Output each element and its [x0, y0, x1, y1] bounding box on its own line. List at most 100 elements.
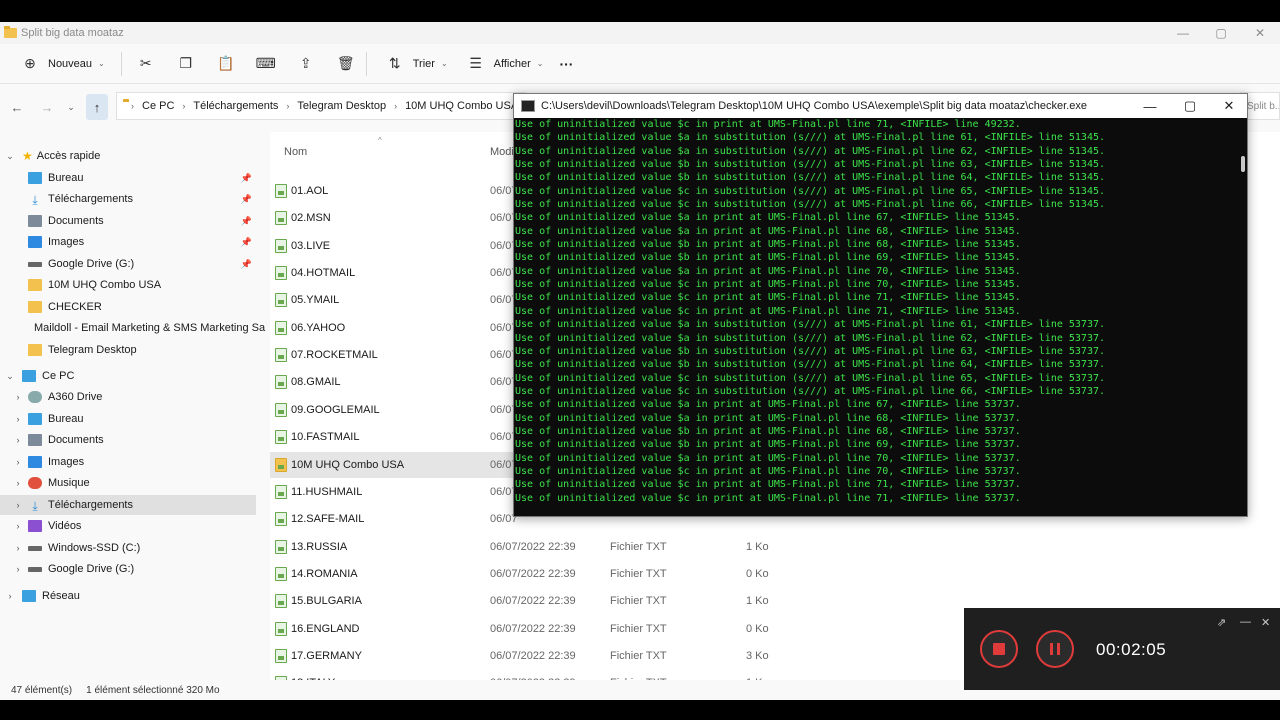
file-row[interactable]: 14.ROMANIA 06/07/2022 22:39 Fichier TXT 0 K… — [270, 561, 1280, 587]
new-button[interactable]: ⊕ Nouveau ⌄ — [10, 49, 113, 79]
text-file-icon — [275, 621, 287, 636]
sort-icon: ⇅ — [388, 55, 401, 71]
console-line: Use of uninitialized value $c in print a… — [515, 305, 1021, 317]
view-button[interactable]: ☰ Afficher ⌄ — [456, 49, 552, 79]
console-minimize-button[interactable]: — — [1130, 94, 1170, 118]
navigation-pane: ⌄ ★ Accès rapide Bureau 📌 ⤓ Téléchargeme… — [0, 132, 265, 680]
console-line: Use of uninitialized value $a in print a… — [515, 412, 1021, 424]
pin-icon: 📌 — [240, 236, 252, 247]
console-line: Use of uninitialized value $a in substit… — [515, 145, 1106, 157]
console-close-button[interactable]: ✕ — [1209, 94, 1249, 118]
console-line: Use of uninitialized value $c in substit… — [515, 385, 1106, 397]
console-line: Use of uninitialized value $a in print a… — [515, 212, 1021, 224]
pin-icon: 📌 — [240, 215, 252, 226]
sidebar-item-label: Téléchargements — [48, 193, 133, 205]
recorder-minimize-button[interactable]: — — [1240, 616, 1251, 628]
sidebar-item-downloads[interactable]: ⤓ Téléchargements 📌 — [0, 189, 256, 209]
toolbar-divider — [120, 51, 122, 76]
rename-icon[interactable]: ⌨ — [254, 52, 278, 76]
zip-folder-icon — [275, 457, 287, 472]
sidebar-item-music[interactable]: › Musique — [0, 473, 256, 493]
screen-recorder-widget: ⇗ — ✕ 00:02:05 — [964, 608, 1280, 690]
music-icon — [28, 477, 42, 489]
breadcrumb-item[interactable]: 10M UHQ Combo USA — [405, 100, 518, 112]
sidebar-item-bureau[interactable]: Bureau 📌 — [0, 168, 256, 188]
sidebar-item-documents[interactable]: Documents 📌 — [0, 211, 256, 231]
chevron-right-icon: › — [16, 500, 20, 510]
sidebar-item-pc-downloads[interactable]: › ⤓ Téléchargements — [0, 495, 256, 515]
stop-recording-button[interactable] — [980, 630, 1018, 668]
console-scrollbar[interactable] — [1241, 156, 1245, 172]
sidebar-item-label: Documents — [48, 434, 104, 446]
delete-icon[interactable]: 🗑 — [334, 52, 358, 76]
sidebar-item-combo-folder[interactable]: 10M UHQ Combo USA — [0, 275, 256, 295]
file-date: 06/07/2022 22:39 — [490, 595, 576, 608]
text-file-icon — [275, 648, 287, 663]
sidebar-network[interactable]: › Réseau — [0, 586, 256, 606]
file-type: Fichier TXT — [610, 595, 667, 608]
console-title-bar[interactable]: C:\Users\devil\Downloads\Telegram Deskto… — [514, 94, 1247, 118]
console-window[interactable]: C:\Users\devil\Downloads\Telegram Deskto… — [513, 93, 1248, 517]
sidebar-item-google-drive[interactable]: Google Drive (G:) 📌 — [0, 254, 256, 274]
documents-icon — [28, 215, 42, 227]
sidebar-item-pc-documents[interactable]: › Documents — [0, 430, 256, 450]
up-arrow-icon[interactable]: ↑ — [86, 94, 108, 120]
minimize-button[interactable]: — — [1164, 22, 1202, 44]
more-options-button[interactable]: ··· — [551, 49, 581, 79]
sidebar-item-maildoll[interactable]: Maildoll - Email Marketing & SMS Marketi… — [0, 318, 265, 338]
sort-button[interactable]: ⇅ Trier ⌄ — [375, 49, 456, 79]
breadcrumb-item[interactable]: Téléchargements — [193, 100, 278, 112]
file-name: 17.GERMANY — [291, 649, 362, 662]
file-row[interactable]: 10M UHQ Combo USA 06/07 — [270, 451, 518, 478]
sidebar-this-pc[interactable]: ⌄ Ce PC — [0, 366, 256, 386]
pause-recording-button[interactable] — [1036, 630, 1074, 668]
address-bar[interactable]: › Ce PC › Téléchargements › Telegram Des… — [116, 92, 526, 120]
sidebar-item-windows-ssd[interactable]: › Windows-SSD (C:) — [0, 538, 256, 558]
close-button[interactable]: ✕ — [1241, 22, 1279, 44]
file-row[interactable]: 13.RUSSIA 06/07/2022 22:39 Fichier TXT 1 Ko — [270, 534, 1280, 560]
file-date: 06/07/2022 22:39 — [490, 567, 576, 580]
sidebar-item-images[interactable]: Images 📌 — [0, 232, 256, 252]
file-name: 16.ENGLAND — [291, 622, 360, 635]
file-name: 08.GMAIL — [291, 376, 341, 389]
cut-icon[interactable]: ✂ — [134, 52, 158, 76]
console-line: Use of uninitialized value $c in print a… — [515, 292, 1021, 304]
sidebar-quick-access[interactable]: ⌄ ★ Accès rapide — [0, 146, 256, 166]
sidebar-item-label: Ce PC — [42, 370, 75, 382]
recent-locations-chevron-icon[interactable]: ⌄ — [60, 94, 82, 120]
images-icon — [28, 456, 42, 468]
sidebar-item-label: Réseau — [42, 590, 80, 602]
sidebar-item-label: Maildoll - Email Marketing & SMS Marketi… — [34, 322, 266, 334]
sidebar-item-videos[interactable]: › Vidéos — [0, 516, 256, 536]
file-name: 02.MSN — [291, 212, 331, 225]
sidebar-item-label: Bureau — [48, 413, 84, 425]
console-line: Use of uninitialized value $b in substit… — [515, 345, 1106, 357]
sidebar-item-pc-google-drive[interactable]: › Google Drive (G:) — [0, 559, 256, 579]
sidebar-item-a360[interactable]: › A360 Drive — [0, 387, 256, 407]
copy-icon[interactable]: ❐ — [174, 52, 198, 76]
breadcrumb-item[interactable]: Ce PC — [142, 100, 174, 112]
open-external-icon[interactable]: ⇗ — [1217, 616, 1226, 629]
breadcrumb-item[interactable]: Telegram Desktop — [297, 100, 386, 112]
view-button-label: Afficher — [493, 57, 531, 70]
share-icon[interactable]: ⇪ — [294, 52, 318, 76]
paste-icon[interactable]: 📋 — [214, 52, 238, 76]
sidebar-item-pc-images[interactable]: › Images — [0, 452, 256, 472]
file-type: Fichier TXT — [610, 622, 667, 635]
maximize-button[interactable]: ▢ — [1202, 22, 1240, 44]
file-name: 03.LIVE — [291, 239, 331, 252]
column-header-modified[interactable]: Modi — [490, 146, 514, 158]
sidebar-item-checker[interactable]: CHECKER — [0, 297, 256, 317]
column-header-name[interactable]: Nom — [284, 146, 307, 158]
chevron-right-icon: › — [16, 457, 20, 467]
forward-arrow-icon[interactable]: → — [36, 94, 58, 120]
item-count: 47 élément(s) — [11, 684, 73, 696]
console-line: Use of uninitialized value $c in print a… — [515, 279, 1021, 291]
console-maximize-button[interactable]: ▢ — [1170, 94, 1210, 118]
recorder-close-button[interactable]: ✕ — [1261, 616, 1270, 629]
console-output[interactable]: Use of uninitialized value $c in print a… — [514, 118, 1234, 517]
sidebar-item-label: Google Drive (G:) — [48, 563, 135, 575]
sidebar-item-telegram[interactable]: Telegram Desktop — [0, 340, 256, 360]
sidebar-item-pc-bureau[interactable]: › Bureau — [0, 409, 256, 429]
back-arrow-icon[interactable]: ← — [6, 94, 28, 120]
